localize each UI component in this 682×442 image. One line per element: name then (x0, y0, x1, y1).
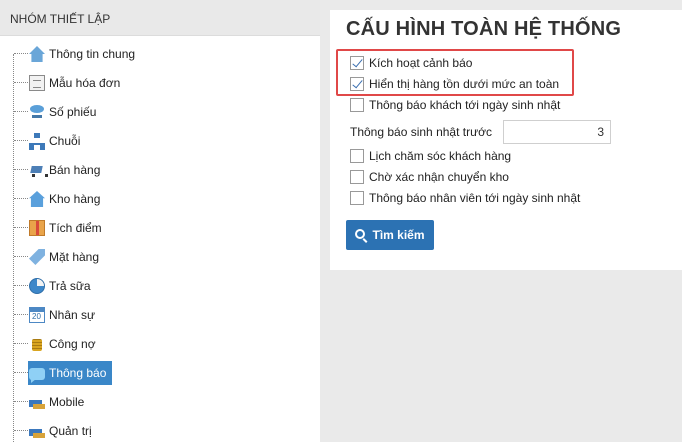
devices-icon (29, 394, 45, 410)
page-title: CẤU HÌNH TOÀN HỆ THỐNG (346, 18, 622, 40)
tree-item-warehouse[interactable]: Kho hàng (8, 184, 308, 213)
birthday-notice-label: Thông báo sinh nhật trước (350, 125, 492, 139)
customer-care-checkbox[interactable] (350, 149, 364, 163)
customer-birthday-checkbox[interactable] (350, 98, 364, 112)
option-show-low-stock[interactable]: Hiển thị hàng tồn dưới mức an toàn (350, 75, 559, 93)
pie-chart-icon (29, 278, 45, 294)
tree-item-products[interactable]: Mặt hàng (8, 242, 308, 271)
cart-icon (29, 162, 48, 178)
settings-group-header: NHÓM THIẾT LẬP (0, 0, 320, 36)
search-icon (355, 229, 366, 239)
tag-icon (29, 249, 45, 265)
birthday-notice-row: Thông báo sinh nhật trước (350, 120, 650, 144)
tree-item-admin[interactable]: Quản trị (8, 416, 308, 442)
option-customer-birthday[interactable]: Thông báo khách tới ngày sinh nhật (350, 96, 560, 114)
show-low-stock-checkbox[interactable] (350, 77, 364, 91)
option-enable-alerts[interactable]: Kích hoạt cảnh báo (350, 54, 472, 72)
settings-group-panel: NHÓM THIẾT LẬP Thông tin chung Mẫu hóa đ… (0, 0, 320, 442)
employee-birthday-checkbox[interactable] (350, 191, 364, 205)
birthday-notice-days-input[interactable] (503, 120, 611, 144)
home-icon (29, 46, 45, 62)
coins-icon (29, 336, 45, 352)
tree-item-notifications[interactable]: Thông báo (8, 358, 308, 387)
calendar-icon (29, 307, 45, 323)
hierarchy-icon (29, 133, 45, 150)
tree-item-personnel[interactable]: Nhân sự (8, 300, 308, 329)
network-icon (29, 104, 45, 120)
option-employee-birthday[interactable]: Thông báo nhân viên tới ngày sinh nhật (350, 189, 580, 207)
enable-alerts-checkbox[interactable] (350, 56, 364, 70)
tree-item-milk-tea[interactable]: Trả sữa (8, 271, 308, 300)
tree-item-mobile[interactable]: Mobile (8, 387, 308, 416)
option-pending-transfer[interactable]: Chờ xác nhận chuyển kho (350, 168, 509, 186)
tree-item-general-info[interactable]: Thông tin chung (8, 39, 308, 68)
tree-item-invoice-template[interactable]: Mẫu hóa đơn (8, 68, 308, 97)
tree-item-debt[interactable]: Công nợ (8, 329, 308, 358)
search-button-label: Tìm kiếm (372, 228, 425, 242)
tree-item-sales[interactable]: Bán hàng (8, 155, 308, 184)
system-config-panel: CẤU HÌNH TOÀN HỆ THỐNG Kích hoạt cảnh bá… (330, 10, 682, 270)
option-customer-care-schedule[interactable]: Lịch chăm sóc khách hàng (350, 147, 511, 165)
admin-icon (29, 423, 45, 439)
warehouse-icon (29, 191, 45, 207)
tree-item-loyalty-points[interactable]: Tích điểm (8, 213, 308, 242)
document-icon (29, 75, 45, 91)
tree-item-voucher-number[interactable]: Số phiếu (8, 97, 308, 126)
gift-icon (29, 220, 45, 236)
search-button[interactable]: Tìm kiếm (346, 220, 434, 250)
chat-bubble-icon (29, 367, 45, 383)
tree-item-chain[interactable]: Chuỗi (8, 126, 308, 155)
pending-transfer-checkbox[interactable] (350, 170, 364, 184)
settings-tree: Thông tin chung Mẫu hóa đơn Số phiếu Chu… (0, 36, 320, 442)
